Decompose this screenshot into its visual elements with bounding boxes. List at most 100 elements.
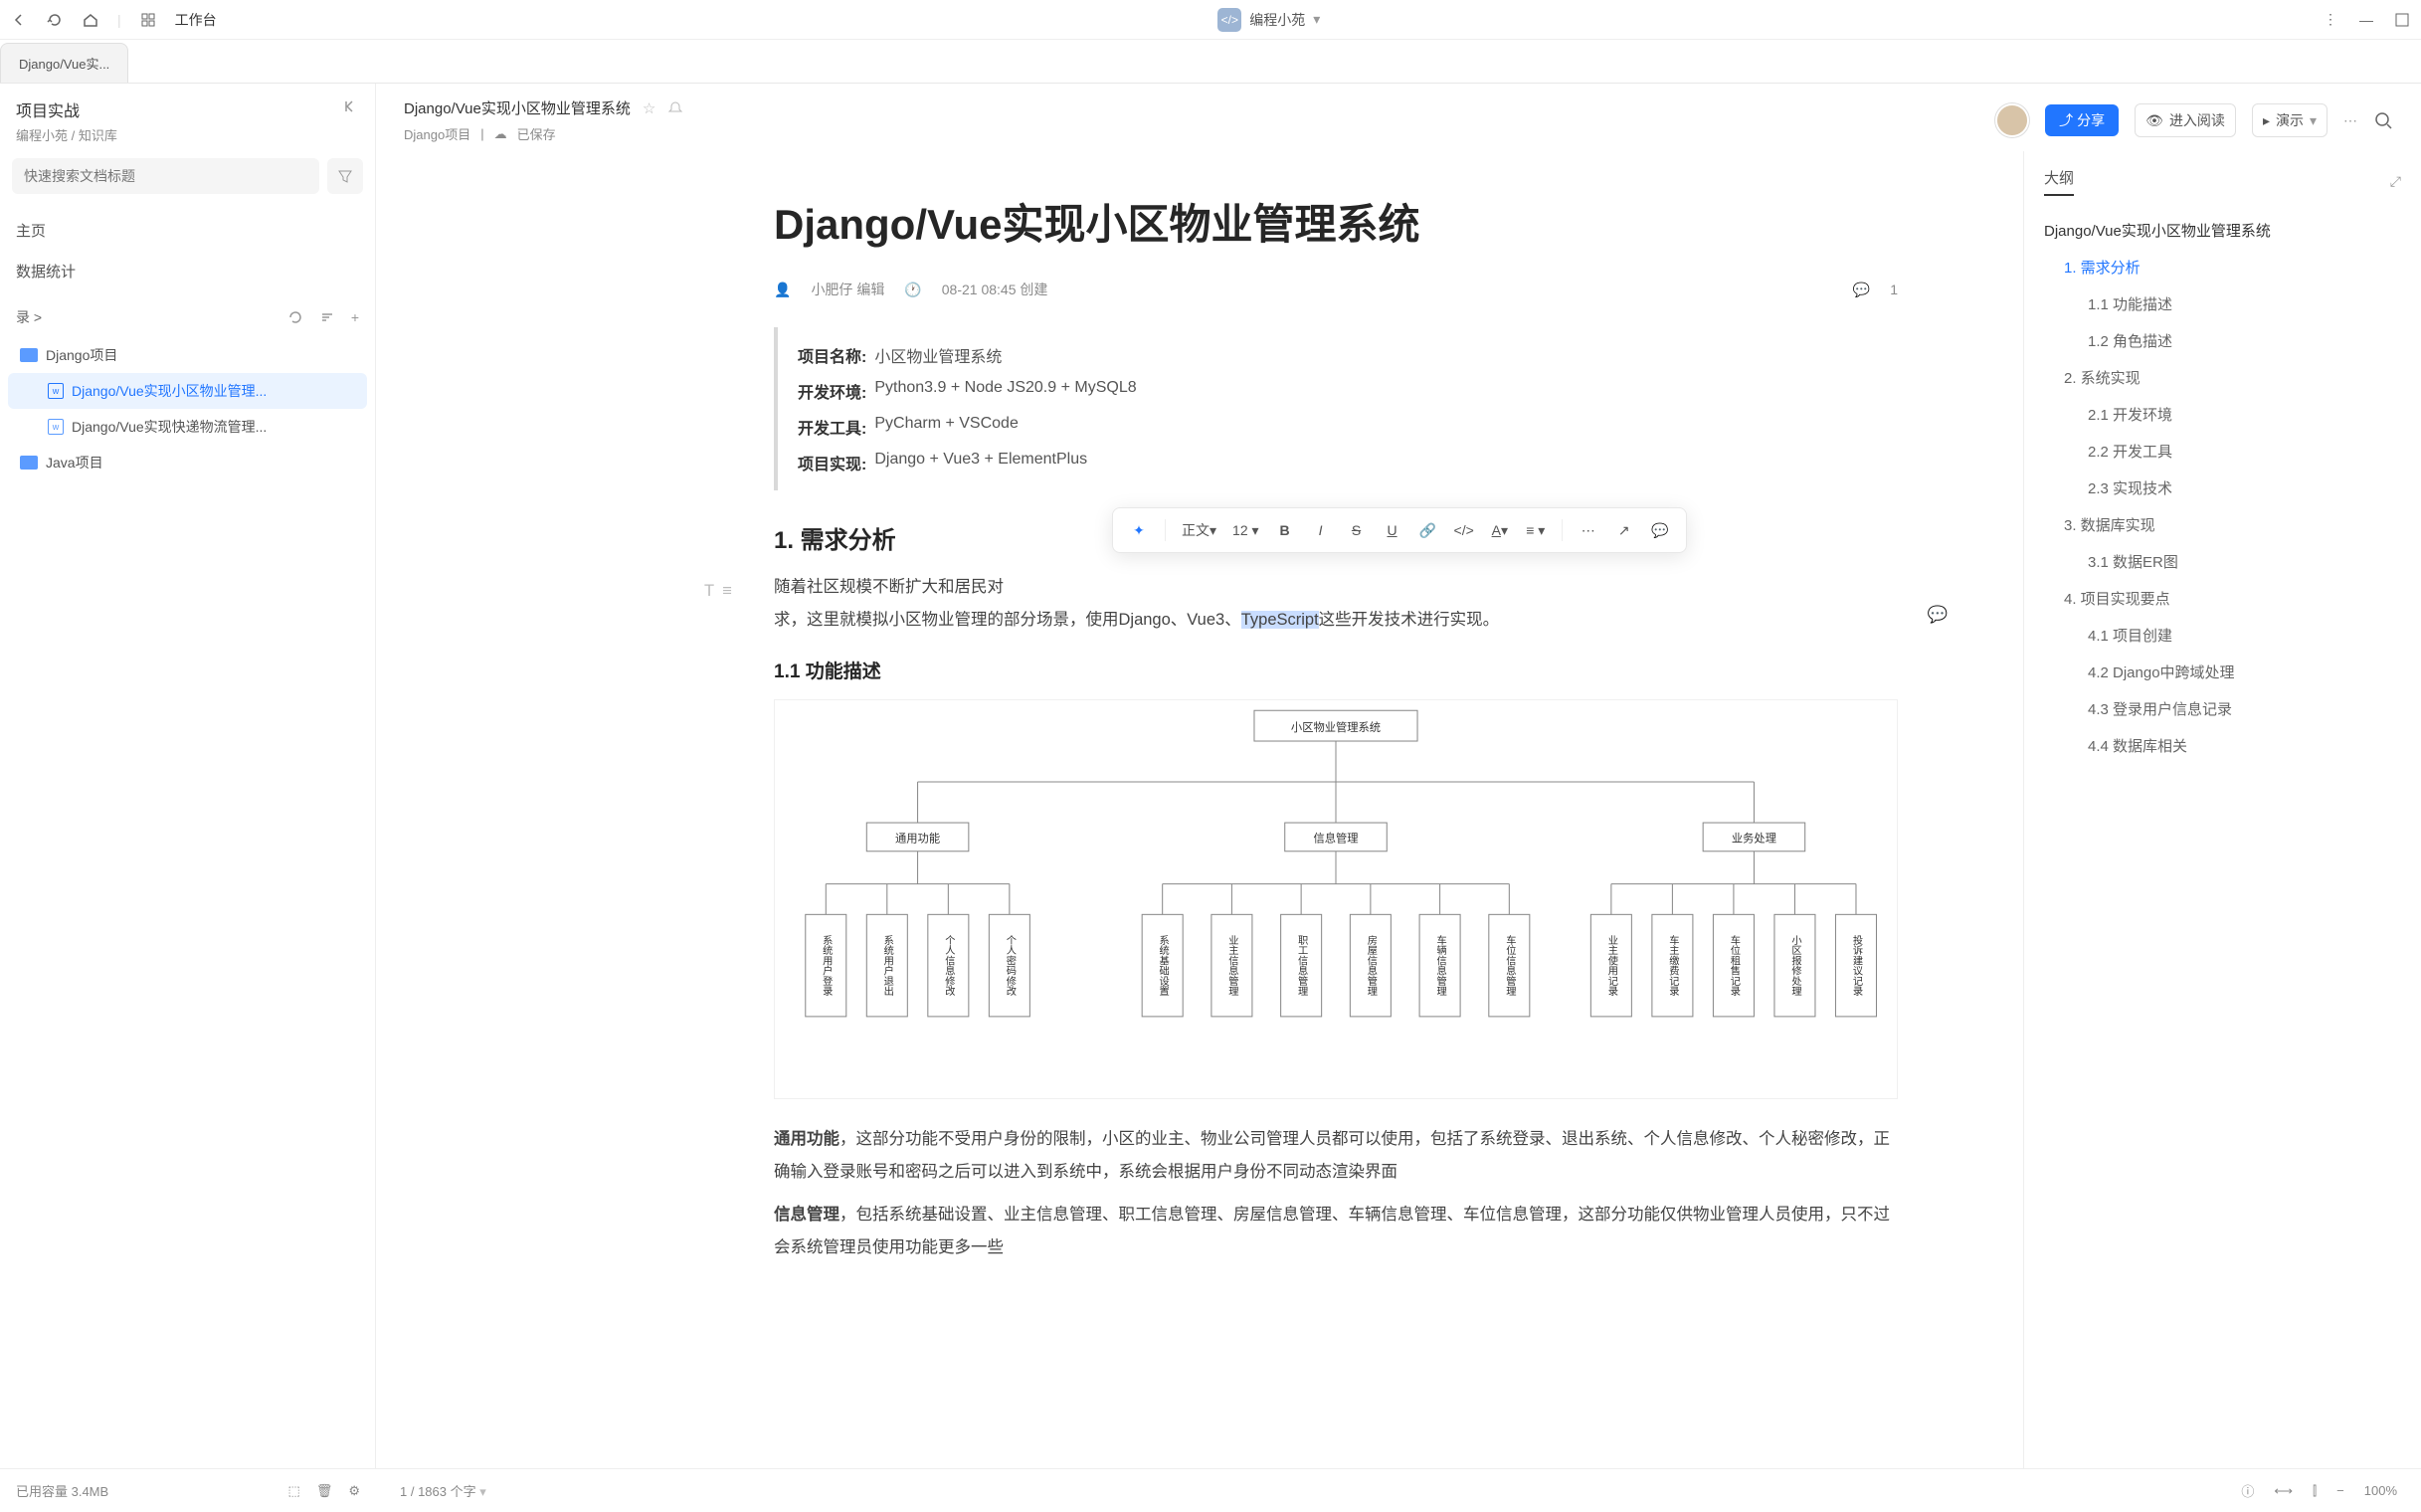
- external-icon[interactable]: ↗: [1608, 514, 1640, 546]
- outline-item[interactable]: 4. 项目实现要点: [2044, 580, 2401, 617]
- comment-toolbar-icon[interactable]: 💬: [1644, 514, 1676, 546]
- help-icon[interactable]: ⓘ: [2241, 1481, 2254, 1500]
- search-input[interactable]: [12, 158, 319, 194]
- outline-item[interactable]: 4.4 数据库相关: [2044, 727, 2401, 764]
- text-color-button[interactable]: A ▾: [1484, 514, 1516, 546]
- outline-collapse-icon[interactable]: ⤢: [2390, 173, 2401, 190]
- present-button[interactable]: ▸演示▾: [2252, 103, 2328, 137]
- align-button[interactable]: ≡ ▾: [1520, 514, 1552, 546]
- avatar[interactable]: [1995, 103, 2029, 137]
- apps-icon[interactable]: [139, 11, 157, 29]
- italic-button[interactable]: I: [1305, 514, 1337, 546]
- maximize-icon[interactable]: [2393, 11, 2411, 29]
- outline-item[interactable]: 2.1 开发环境: [2044, 396, 2401, 433]
- star-icon[interactable]: ☆: [643, 99, 655, 117]
- collapse-sidebar-icon[interactable]: [341, 97, 359, 115]
- svg-text:职工信息管理: 职工信息管理: [1296, 935, 1308, 997]
- width-icon[interactable]: ⟷: [2274, 1483, 2293, 1499]
- eye-icon: 👁: [2145, 112, 2163, 129]
- comment-icon[interactable]: 💬: [1853, 282, 1870, 298]
- filter-icon[interactable]: [327, 158, 363, 194]
- more-icon[interactable]: ⋯: [2343, 112, 2357, 129]
- outline-item[interactable]: 2.2 开发工具: [2044, 433, 2401, 470]
- tree-doc-1[interactable]: wDjango/Vue实现小区物业管理...: [8, 373, 367, 409]
- chevron-down-icon[interactable]: ▾: [1313, 11, 1320, 28]
- outline-item[interactable]: 1.2 角色描述: [2044, 322, 2401, 359]
- reading-mode-button[interactable]: 👁 进入阅读: [2135, 103, 2236, 137]
- text: ，这部分功能不受用户身份的限制，小区的业主、物业公司管理人员都可以使用，包括了系…: [774, 1130, 1890, 1181]
- outline-item[interactable]: 2. 系统实现: [2044, 359, 2401, 396]
- document-body[interactable]: Django/Vue实现小区物业管理系统 👤 小肥仔 编辑 🕐 08-21 08…: [376, 151, 2023, 1468]
- underline-button[interactable]: U: [1377, 514, 1408, 546]
- list-icon[interactable]: ≡: [722, 575, 732, 608]
- home-icon[interactable]: [82, 11, 99, 29]
- paragraph[interactable]: 信息管理，包括系统基础设置、业主信息管理、职工信息管理、房屋信息管理、车辆信息管…: [774, 1199, 1898, 1264]
- zoom-level[interactable]: 100%: [2364, 1483, 2397, 1498]
- selected-text: TypeScript: [1241, 611, 1319, 629]
- outline-item[interactable]: 1.1 功能描述: [2044, 285, 2401, 322]
- svg-text:业主信息管理: 业主信息管理: [1226, 935, 1238, 997]
- text-bold: 信息管理: [774, 1206, 839, 1224]
- text-format-icon[interactable]: T: [704, 575, 714, 608]
- refresh-tree-icon[interactable]: [287, 309, 303, 325]
- reading-label: 进入阅读: [2169, 110, 2225, 130]
- link-button[interactable]: 🔗: [1412, 514, 1444, 546]
- tabbar: Django/Vue实...: [0, 40, 2421, 84]
- word-count[interactable]: 1 / 1863 个字: [400, 1484, 476, 1499]
- nav-home[interactable]: 主页: [16, 210, 359, 251]
- search-icon[interactable]: [2373, 110, 2393, 130]
- more-toolbar-icon[interactable]: ⋯: [1573, 514, 1604, 546]
- breadcrumb[interactable]: 编程小苑 / 知识库: [16, 125, 117, 144]
- code-button[interactable]: </>: [1448, 514, 1480, 546]
- tree-doc-2[interactable]: wDjango/Vue实现快递物流管理...: [8, 409, 367, 445]
- info-label: 开发工具:: [798, 415, 866, 439]
- para-comment-icon[interactable]: 💬: [1927, 599, 1948, 632]
- sort-icon[interactable]: [319, 309, 335, 325]
- doc-icon: w: [48, 383, 64, 399]
- page-title[interactable]: Django/Vue实现小区物业管理系统: [774, 191, 1898, 252]
- text: 这些开发技术进行实现。: [1319, 611, 1500, 629]
- bell-icon[interactable]: [667, 100, 683, 116]
- play-icon: ▸: [2263, 112, 2270, 129]
- workspace-label[interactable]: 工作台: [175, 10, 217, 30]
- outline-item[interactable]: 4.1 项目创建: [2044, 617, 2401, 654]
- text: 求，这里就模拟小区物业管理的部分场景，使用Django、Vue3、: [774, 611, 1241, 629]
- outline-item[interactable]: 4.2 Django中跨域处理: [2044, 654, 2401, 690]
- tree-folder-java[interactable]: Java项目: [8, 445, 367, 480]
- outline-item[interactable]: 4.3 登录用户信息记录: [2044, 690, 2401, 727]
- svg-text:车位租售记录: 车位租售记录: [1728, 934, 1740, 996]
- outline-item[interactable]: 1. 需求分析: [2044, 249, 2401, 285]
- refresh-icon[interactable]: [46, 11, 64, 29]
- style-select[interactable]: 正文 ▾: [1176, 514, 1222, 546]
- outline-item[interactable]: Django/Vue实现小区物业管理系统: [2044, 212, 2401, 249]
- diagram-root: 小区物业管理系统: [1291, 720, 1381, 734]
- sidebar-footer: 已用容量 3.4MB ⬚ 🗑 ⚙: [0, 1468, 376, 1512]
- zoom-out-icon[interactable]: −: [2336, 1483, 2344, 1498]
- outline-item[interactable]: 2.3 实现技术: [2044, 470, 2401, 506]
- section-label[interactable]: 录 >: [16, 307, 42, 327]
- doc-project[interactable]: Django项目: [404, 124, 470, 143]
- back-icon[interactable]: [10, 11, 28, 29]
- paragraph[interactable]: 通用功能，这部分功能不受用户身份的限制，小区的业主、物业公司管理人员都可以使用，…: [774, 1123, 1898, 1189]
- info-value: 小区物业管理系统: [874, 343, 1002, 367]
- more-vertical-icon[interactable]: ⋮: [2322, 11, 2339, 29]
- outline-item[interactable]: 3.1 数据ER图: [2044, 543, 2401, 580]
- share-button[interactable]: ⤴分享: [2045, 104, 2119, 136]
- bold-button[interactable]: B: [1269, 514, 1301, 546]
- outline-item[interactable]: 3. 数据库实现: [2044, 506, 2401, 543]
- document-tab[interactable]: Django/Vue实...: [0, 43, 128, 83]
- minimize-icon[interactable]: —: [2357, 11, 2375, 29]
- heading-3[interactable]: 1.1 功能描述: [774, 657, 1898, 683]
- nav-stats[interactable]: 数据统计: [16, 251, 359, 291]
- scan-icon[interactable]: ⬚: [288, 1483, 300, 1499]
- tree-folder-django[interactable]: Django项目: [8, 337, 367, 373]
- svg-text:房屋信息管理: 房屋信息管理: [1365, 934, 1377, 996]
- ai-icon[interactable]: ✦: [1123, 514, 1155, 546]
- settings-icon[interactable]: ⚙: [348, 1483, 360, 1499]
- add-icon[interactable]: +: [351, 309, 359, 325]
- size-select[interactable]: 12 ▾: [1226, 514, 1265, 546]
- trash-icon[interactable]: 🗑: [316, 1483, 333, 1499]
- strike-button[interactable]: S: [1341, 514, 1373, 546]
- paragraph[interactable]: T ≡ ✦ 正文 ▾ 12 ▾ B I S U 🔗: [774, 571, 1898, 637]
- spacing-icon[interactable]: ⫿: [2313, 1483, 2317, 1499]
